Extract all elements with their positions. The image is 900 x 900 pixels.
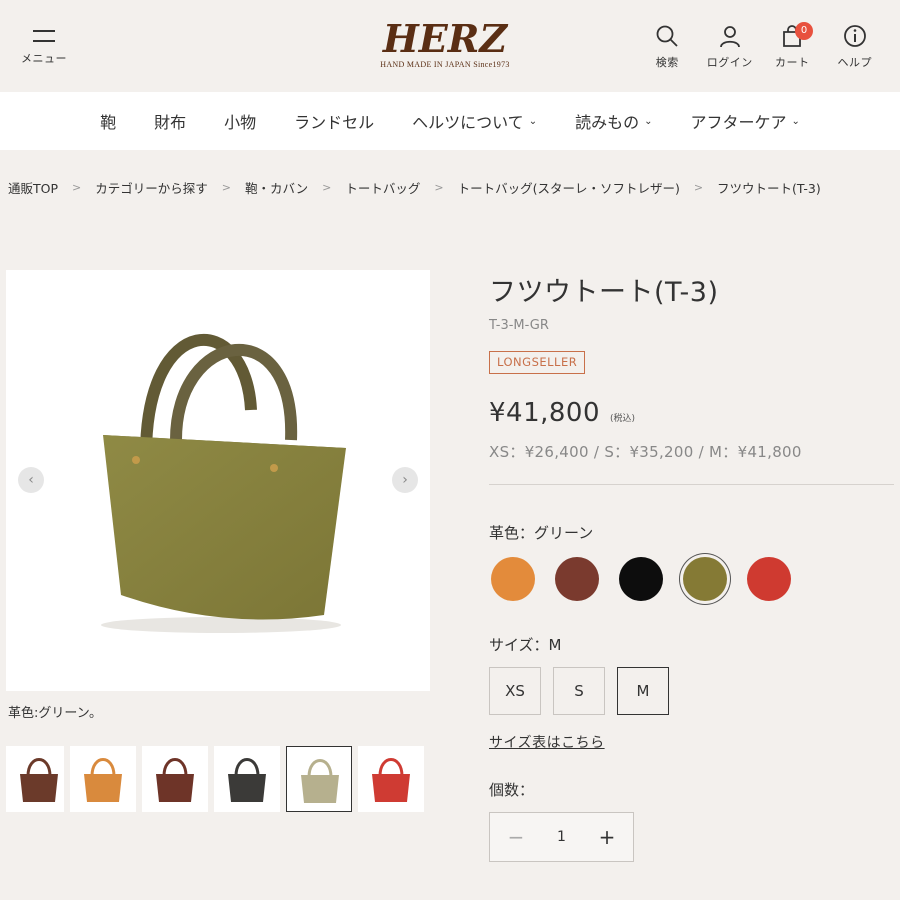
size-chart-link[interactable]: サイズ表はこちら — [489, 732, 605, 752]
thumbnail[interactable] — [214, 746, 280, 812]
search-icon — [656, 25, 678, 47]
help-button[interactable]: ヘルプ — [824, 24, 887, 70]
bag-thumbnail-image — [228, 758, 266, 802]
nav-label: 鞄 — [100, 113, 117, 132]
search-button[interactable]: 検索 — [636, 24, 699, 70]
chevron-right-icon: > — [322, 181, 332, 194]
menu-label: メニュー — [21, 52, 67, 65]
decrement-button[interactable]: − — [506, 825, 526, 849]
thumbnail[interactable] — [6, 746, 64, 812]
color-swatch[interactable] — [747, 557, 791, 601]
cart-label: カート — [775, 56, 810, 69]
thumbnail-strip — [6, 746, 430, 814]
color-swatches — [491, 557, 791, 601]
login-label: ログイン — [706, 56, 753, 69]
cart-count-badge: 0 — [795, 22, 813, 40]
image-caption: 革色:グリーン。 — [8, 706, 102, 721]
size-options: XS S M — [489, 667, 669, 715]
bag-thumbnail-image — [84, 758, 122, 802]
longseller-badge: LONGSELLER — [489, 351, 586, 374]
site-header: メニュー HERZ HAND MADE IN JAPAN Since1973 検… — [0, 0, 900, 92]
nav-item-accessories[interactable]: 小物 — [205, 109, 275, 133]
hamburger-icon — [33, 28, 55, 42]
breadcrumb-link[interactable]: トートバッグ — [345, 178, 420, 197]
nav-label: アフターケア — [690, 113, 787, 132]
help-label: ヘルプ — [837, 56, 872, 69]
nav-item-wallets[interactable]: 財布 — [135, 109, 205, 133]
breadcrumb-link[interactable]: トートバッグ(スターレ・ソフトレザー) — [458, 178, 680, 197]
bag-thumbnail-image — [372, 758, 410, 802]
logo-text: HERZ — [382, 16, 508, 61]
bag-body — [103, 435, 346, 620]
nav-item-randoseru[interactable]: ランドセル — [275, 109, 393, 133]
size-option-m[interactable]: M — [617, 667, 669, 715]
nav-label: 小物 — [224, 113, 257, 132]
nav-label: 読みもの — [575, 113, 640, 132]
quantity-stepper: − 1 + — [489, 812, 634, 862]
quantity-value[interactable]: 1 — [557, 829, 566, 845]
chevron-right-icon: > — [221, 181, 231, 194]
nav-label: 財布 — [154, 113, 187, 132]
chevron-down-icon: ⌄ — [528, 115, 538, 127]
breadcrumb-link[interactable]: カテゴリーから探す — [95, 178, 208, 197]
search-label: 検索 — [655, 56, 679, 69]
color-swatch[interactable] — [491, 557, 535, 601]
product-sku: T-3-M-GR — [489, 318, 549, 333]
thumbnail[interactable] — [358, 746, 424, 812]
bag-thumbnail-image — [20, 758, 58, 802]
chevron-right-icon: > — [434, 181, 444, 194]
nav-item-reading[interactable]: 読みもの ⌄ — [556, 109, 671, 133]
chevron-down-icon: ⌄ — [791, 115, 800, 127]
breadcrumb-current: フツウトート(T-3) — [717, 181, 821, 196]
logo-tagline: HAND MADE IN JAPAN Since1973 — [380, 60, 510, 69]
next-image-button[interactable]: › — [392, 467, 418, 493]
thumbnail[interactable] — [142, 746, 208, 812]
size-label: サイズ：M — [489, 636, 562, 654]
nav-item-about[interactable]: ヘルツについて ⌄ — [393, 109, 556, 133]
size-option-xs[interactable]: XS — [489, 667, 541, 715]
main-nav: 鞄 財布 小物 ランドセル ヘルツについて ⌄ 読みもの ⌄ アフターケア ⌄ — [0, 92, 900, 150]
quantity-label: 個数： — [489, 781, 535, 799]
breadcrumb-link[interactable]: 鞄・カバン — [245, 178, 308, 197]
prev-image-button[interactable]: ‹ — [18, 467, 44, 493]
chevron-right-icon: > — [72, 181, 82, 194]
thumbnail[interactable] — [286, 746, 352, 812]
chevron-down-icon: ⌄ — [644, 115, 653, 127]
bag-thumbnail-image — [301, 759, 339, 803]
color-swatch[interactable] — [555, 557, 599, 601]
chevron-right-icon: > — [693, 181, 704, 194]
breadcrumb-link[interactable]: 通販TOP — [8, 178, 58, 197]
size-prices: XS：¥26,400 / S：¥35,200 / M：¥41,800 — [489, 443, 802, 461]
color-label: 革色：グリーン — [489, 524, 594, 542]
nav-item-bags[interactable]: 鞄 — [81, 109, 135, 133]
bag-thumbnail-image — [156, 758, 194, 802]
size-option-s[interactable]: S — [553, 667, 605, 715]
nav-label: ランドセル — [294, 113, 375, 132]
nav-item-aftercare[interactable]: アフターケア ⌄ — [671, 109, 818, 133]
cart-button[interactable]: 0 カート — [761, 22, 824, 70]
nav-label: ヘルツについて — [412, 113, 524, 132]
header-actions: 検索 ログイン 0 カート ヘルプ — [636, 22, 887, 70]
site-logo[interactable]: HERZ HAND MADE IN JAPAN Since1973 — [370, 16, 520, 70]
breadcrumb: 通販TOP > カテゴリーから探す > 鞄・カバン > トートバッグ > トート… — [8, 178, 900, 197]
tax-note: (税込) — [610, 414, 636, 424]
price-block: ¥41,800 (税込) — [489, 398, 635, 428]
divider — [489, 484, 894, 485]
product-title: フツウトート(T-3) — [489, 277, 719, 308]
thumbnail[interactable] — [70, 746, 136, 812]
tote-bag-image — [101, 333, 346, 633]
info-icon — [843, 25, 866, 47]
menu-button[interactable]: メニュー — [18, 28, 70, 66]
price: ¥41,800 — [489, 398, 601, 428]
color-swatch[interactable] — [619, 557, 663, 601]
product-main-image[interactable]: ‹ › — [6, 270, 430, 691]
login-button[interactable]: ログイン — [699, 24, 762, 70]
user-icon — [719, 26, 740, 48]
color-swatch[interactable] — [683, 557, 727, 601]
increment-button[interactable]: + — [597, 825, 617, 849]
